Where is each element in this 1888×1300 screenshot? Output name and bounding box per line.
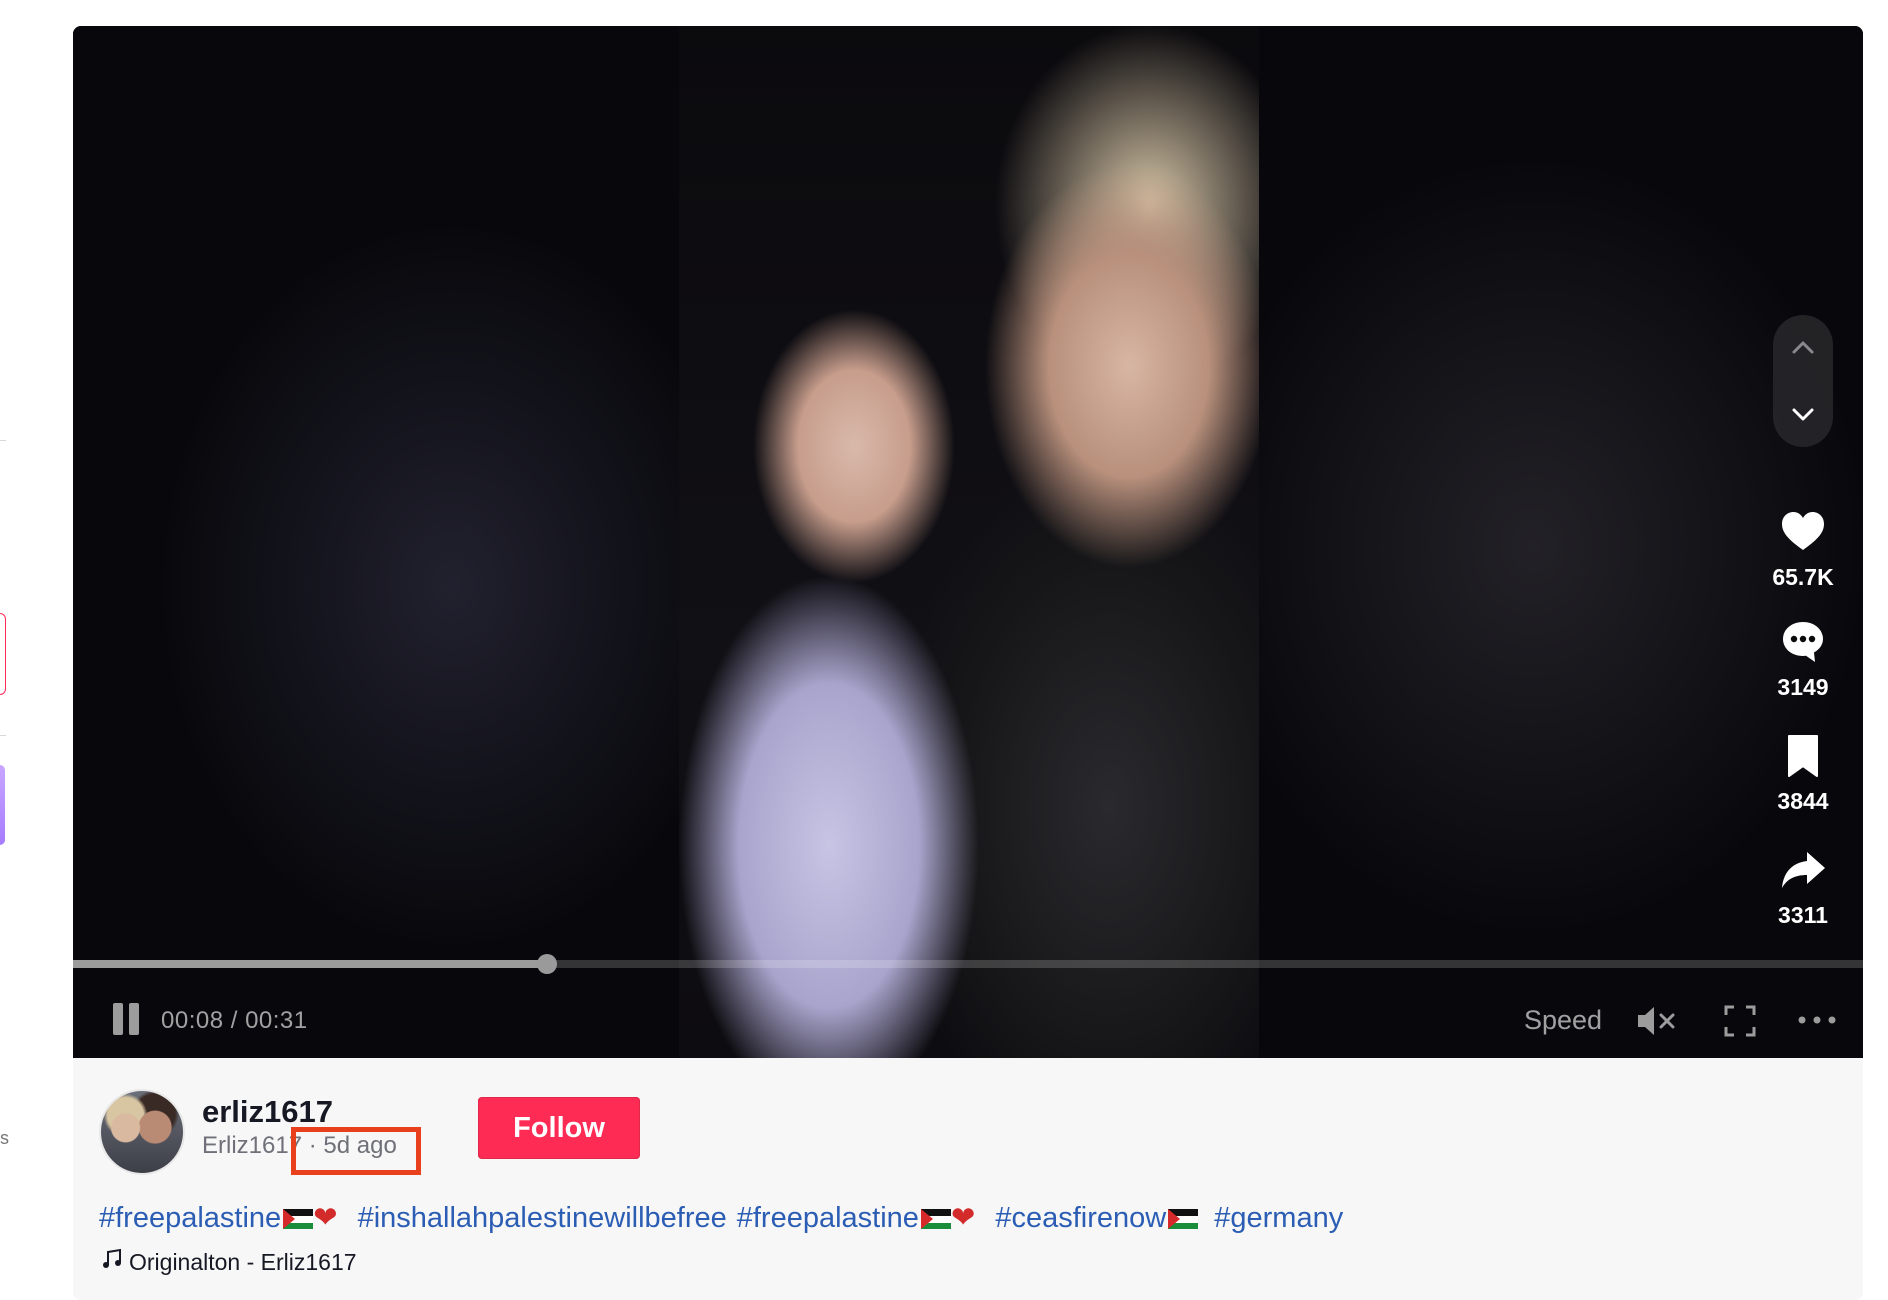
comment-count: 3149 [1777,674,1829,700]
annotation-highlight-box [291,1127,421,1175]
author-username[interactable]: erliz1617 [202,1094,333,1130]
more-icon[interactable] [1797,1015,1837,1025]
share-count: 3311 [1778,902,1828,928]
heart-icon[interactable] [1779,508,1827,556]
video-frame[interactable] [679,26,1259,1058]
music-label: Originalton - Erliz1617 [129,1249,357,1275]
hashtag-link[interactable]: #freepalastine [99,1202,281,1234]
palestine-flag-icon [920,1209,951,1229]
video-card: 65.7K 3149 3844 3311 00:08 / 00:31 Speed… [73,26,1863,1300]
video-navigation [1773,315,1833,447]
heart-emoji-icon: ❤ [313,1202,338,1234]
player-controls: 00:08 / 00:31 Speed [73,1001,1863,1041]
save-count: 3844 [1777,788,1829,814]
music-note-icon [103,1248,121,1268]
avatar[interactable] [99,1089,185,1175]
share-icon[interactable] [1779,846,1827,894]
like-action[interactable]: 65.7K [1763,508,1843,591]
speed-button[interactable]: Speed [1524,1005,1602,1036]
mute-icon[interactable] [1635,1004,1679,1038]
like-count: 65.7K [1772,564,1834,590]
comment-action[interactable]: 3149 [1763,618,1843,701]
hashtag-link[interactable]: #inshallahpalestinewillbefree [358,1202,727,1234]
comment-icon[interactable] [1779,618,1827,666]
sidebar-divider [0,440,6,441]
time-display: 00:08 / 00:31 [161,1007,308,1034]
chevron-up-icon[interactable] [1790,335,1816,361]
pause-icon[interactable] [111,1003,141,1037]
sidebar-upload-button[interactable] [0,613,6,695]
hashtag-link[interactable]: #ceasfirenow [995,1202,1166,1234]
heart-emoji-icon: ❤ [950,1202,976,1234]
save-action[interactable]: 3844 [1763,732,1843,815]
progress-fill [73,960,548,968]
music-link[interactable]: Originalton - Erliz1617 [101,1248,357,1276]
sidebar-promo-button[interactable] [0,765,5,845]
bookmark-icon[interactable] [1779,732,1827,780]
hashtag-link[interactable]: #freepalastine [737,1202,919,1234]
video-caption: #freepalastine ❤ #inshallahpalestinewillb… [99,1200,1343,1235]
chevron-down-icon[interactable] [1790,401,1816,427]
sidebar-divider [0,735,6,736]
fullscreen-icon[interactable] [1723,1004,1757,1038]
progress-bar[interactable] [73,954,1863,974]
hashtag-link[interactable]: #germany [1214,1202,1343,1234]
palestine-flag-icon [1168,1209,1199,1229]
share-action[interactable]: 3311 [1763,846,1843,929]
author-nickname[interactable]: Erliz1617 [202,1132,302,1159]
palestine-flag-icon [283,1209,314,1229]
sidebar-text-fragment: s [0,1128,9,1148]
follow-button[interactable]: Follow [478,1097,640,1159]
video-player[interactable]: 65.7K 3149 3844 3311 00:08 / 00:31 Speed [73,26,1863,1058]
